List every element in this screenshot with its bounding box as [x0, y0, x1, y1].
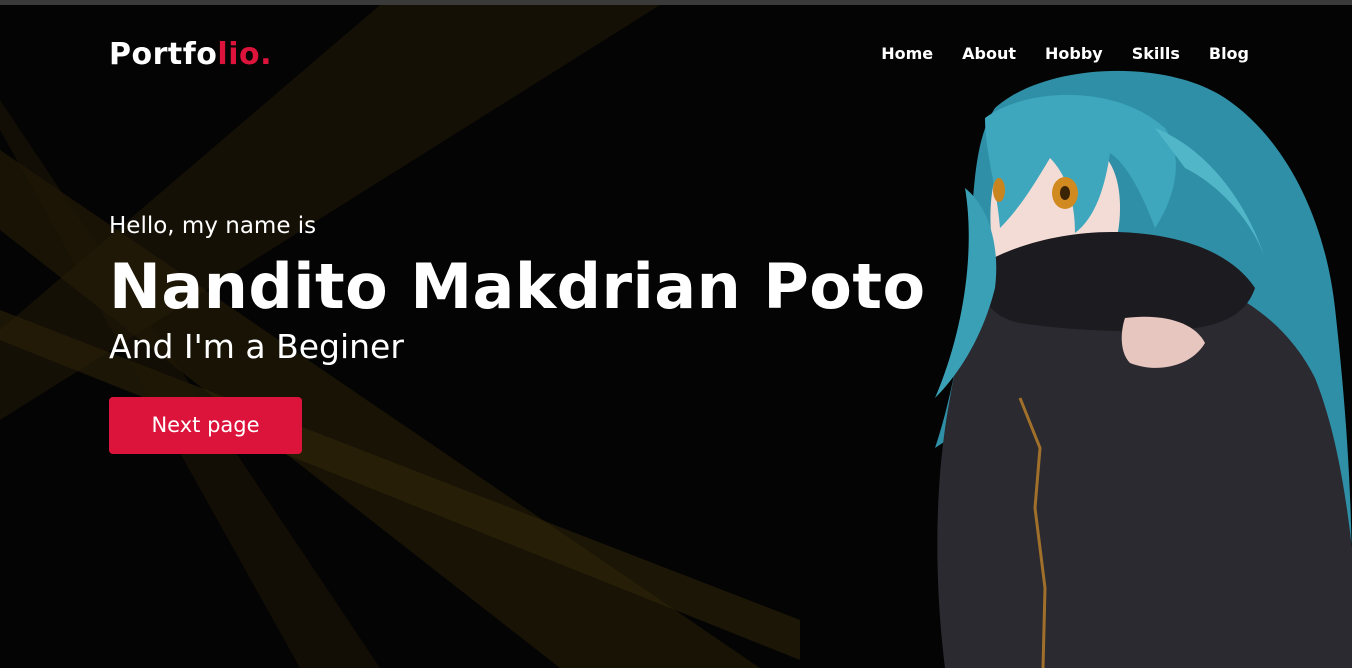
- logo[interactable]: Portfolio.: [109, 35, 272, 75]
- next-page-button[interactable]: Next page: [109, 397, 302, 454]
- hero-role: And I'm a Beginer: [109, 327, 404, 366]
- hero-name: Nandito Makdrian Poto: [109, 250, 926, 323]
- portfolio-page: Portfolio. Home About Hobby Skills Blog: [0, 0, 1352, 668]
- nav-link-hobby[interactable]: Hobby: [1045, 43, 1103, 65]
- character-illustration: [935, 70, 1352, 668]
- logo-main: Portfo: [109, 37, 218, 72]
- logo-accent: lio.: [217, 37, 272, 72]
- hero-section: Hello, my name is Nandito Makdrian Poto …: [109, 210, 926, 454]
- nav-menu: Home About Hobby Skills Blog: [881, 43, 1249, 65]
- nav-link-skills[interactable]: Skills: [1132, 43, 1180, 65]
- nav-link-about[interactable]: About: [962, 43, 1016, 65]
- nav-link-home[interactable]: Home: [881, 43, 933, 65]
- nav-link-blog[interactable]: Blog: [1209, 43, 1249, 65]
- hero-greeting: Hello, my name is: [109, 213, 317, 239]
